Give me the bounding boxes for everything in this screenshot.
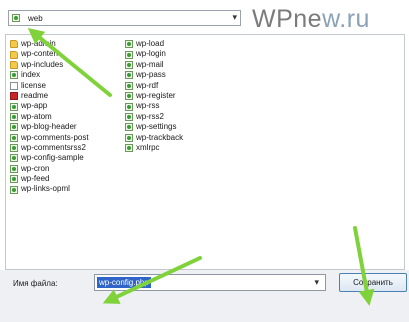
php-file-icon bbox=[10, 123, 18, 132]
php-file-icon bbox=[125, 60, 133, 69]
php-file-icon bbox=[10, 102, 18, 111]
file-item[interactable]: wp-app bbox=[10, 101, 89, 111]
file-item[interactable]: wp-commentsrss2 bbox=[10, 143, 89, 153]
file-name: wp-login bbox=[136, 49, 166, 59]
folder-icon bbox=[10, 60, 18, 69]
file-item[interactable]: wp-login bbox=[125, 49, 183, 59]
php-file-icon bbox=[10, 154, 18, 163]
file-item[interactable]: wp-pass bbox=[125, 70, 183, 80]
filename-value[interactable]: wp-config.php bbox=[97, 277, 151, 288]
file-name: wp-commentsrss2 bbox=[21, 142, 86, 152]
folder-name: web bbox=[28, 13, 43, 23]
file-name: wp-rss bbox=[136, 101, 160, 111]
file-item[interactable]: index bbox=[10, 70, 89, 80]
php-file-icon bbox=[125, 112, 133, 121]
php-file-icon bbox=[10, 112, 18, 121]
file-name: wp-content bbox=[21, 49, 61, 59]
file-column-1: wp-admin wp-content wp-includes index licens… bbox=[10, 39, 89, 195]
php-file-icon bbox=[10, 164, 18, 173]
file-item[interactable]: wp-includes bbox=[10, 60, 89, 70]
php-file-icon bbox=[10, 133, 18, 142]
php-file-icon bbox=[125, 50, 133, 59]
php-file-icon bbox=[10, 71, 18, 80]
logo-part1: WPne bbox=[252, 5, 323, 33]
globe-folder-icon bbox=[12, 14, 20, 22]
file-name: wp-rdf bbox=[136, 80, 159, 90]
file-item[interactable]: wp-links-opml bbox=[10, 184, 89, 194]
file-item[interactable]: wp-mail bbox=[125, 60, 183, 70]
chevron-down-icon[interactable]: ▾ bbox=[232, 12, 237, 23]
php-file-icon bbox=[125, 92, 133, 101]
folder-dropdown[interactable]: web ▾ bbox=[8, 10, 241, 26]
file-name: wp-feed bbox=[21, 174, 50, 184]
file-name: wp-load bbox=[136, 39, 165, 48]
file-list[interactable]: wp-admin wp-content wp-includes index licens… bbox=[5, 34, 405, 270]
save-button[interactable]: Сохранить bbox=[339, 273, 407, 292]
php-file-icon bbox=[10, 175, 18, 184]
file-name: wp-config-sample bbox=[21, 153, 84, 163]
watermark-logo: WPnew.ru bbox=[252, 5, 370, 34]
php-file-icon bbox=[125, 102, 133, 111]
file-item[interactable]: wp-comments-post bbox=[10, 133, 89, 143]
file-item[interactable]: xmlrpc bbox=[125, 143, 183, 153]
php-file-icon bbox=[10, 144, 18, 153]
file-item[interactable]: wp-blog-header bbox=[10, 122, 89, 132]
file-name: wp-links-opml bbox=[21, 184, 70, 194]
file-item[interactable]: license bbox=[10, 81, 89, 91]
php-file-icon bbox=[10, 185, 18, 194]
file-name: wp-blog-header bbox=[21, 122, 77, 132]
file-name: wp-pass bbox=[136, 70, 166, 80]
file-item[interactable]: wp-trackback bbox=[125, 133, 183, 143]
file-item[interactable]: wp-config-sample bbox=[10, 153, 89, 163]
file-name: wp-trackback bbox=[136, 132, 184, 142]
file-name: wp-settings bbox=[136, 122, 177, 132]
file-column-2: wp-load wp-login wp-mail wp-pass wp-rdf wp-re… bbox=[125, 39, 183, 153]
file-name: xmlrpc bbox=[136, 142, 160, 152]
location-bar: web ▾ WPnew.ru bbox=[0, 0, 409, 34]
file-name: index bbox=[21, 70, 41, 80]
pdf-file-icon bbox=[10, 92, 18, 101]
file-name: readme bbox=[21, 90, 49, 100]
file-name: wp-cron bbox=[21, 163, 50, 173]
folder-icon bbox=[10, 50, 18, 59]
folder-icon bbox=[10, 40, 18, 49]
logo-part2: w.ru bbox=[322, 5, 370, 33]
file-name: wp-mail bbox=[136, 59, 164, 69]
file-item[interactable]: wp-register bbox=[125, 91, 183, 101]
php-file-icon bbox=[125, 81, 133, 90]
chevron-down-icon[interactable]: ▾ bbox=[314, 277, 319, 288]
file-name: wp-app bbox=[21, 101, 48, 111]
php-file-icon bbox=[125, 40, 133, 49]
file-item[interactable]: wp-settings bbox=[125, 122, 183, 132]
file-name: wp-comments-post bbox=[21, 132, 89, 142]
file-item[interactable]: wp-feed bbox=[10, 174, 89, 184]
file-item[interactable]: wp-admin bbox=[10, 39, 89, 49]
file-item[interactable]: wp-cron bbox=[10, 164, 89, 174]
php-file-icon bbox=[125, 133, 133, 142]
file-item[interactable]: readme bbox=[10, 91, 89, 101]
file-name: wp-register bbox=[136, 90, 176, 100]
file-item[interactable]: wp-atom bbox=[10, 112, 89, 122]
file-name: wp-atom bbox=[21, 111, 52, 121]
file-name: wp-admin bbox=[21, 39, 56, 48]
php-file-icon bbox=[125, 71, 133, 80]
file-name: wp-includes bbox=[21, 59, 64, 69]
filename-label: Имя файла: bbox=[13, 279, 58, 288]
file-name: wp-rss2 bbox=[136, 111, 165, 121]
filename-input[interactable]: wp-config.php ▾ bbox=[94, 274, 326, 291]
file-item[interactable]: wp-rdf bbox=[125, 81, 183, 91]
file-item[interactable]: wp-load bbox=[125, 39, 183, 49]
file-item[interactable]: wp-rss2 bbox=[125, 112, 183, 122]
text-file-icon bbox=[10, 81, 18, 90]
file-name: license bbox=[21, 80, 46, 90]
php-file-icon bbox=[125, 123, 133, 132]
file-item[interactable]: wp-content bbox=[10, 49, 89, 59]
file-item[interactable]: wp-rss bbox=[125, 101, 183, 111]
php-file-icon bbox=[125, 144, 133, 153]
